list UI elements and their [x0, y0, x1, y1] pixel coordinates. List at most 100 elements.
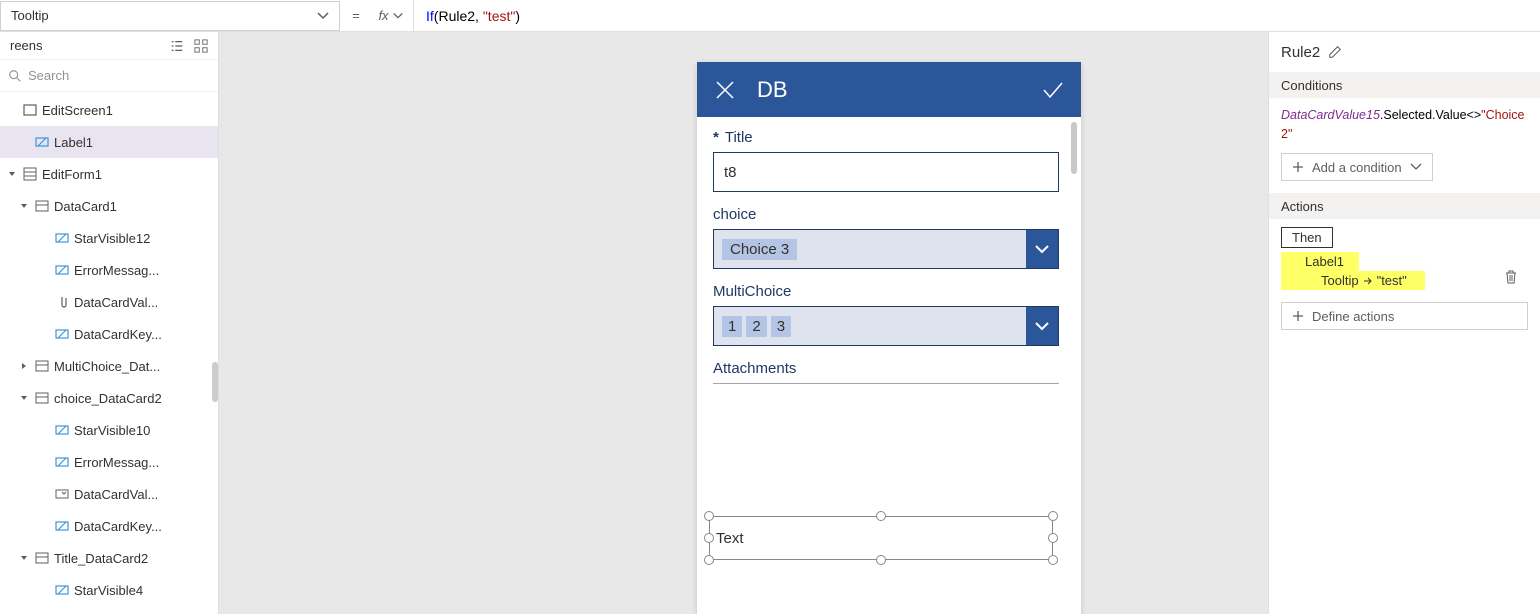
rule-title-row: Rule2: [1269, 32, 1540, 72]
add-condition-button[interactable]: Add a condition: [1281, 153, 1433, 181]
tree-item-label1[interactable]: Label1: [0, 126, 218, 158]
resize-handle[interactable]: [1048, 511, 1058, 521]
tree-item-starvisible10[interactable]: StarVisible10: [0, 414, 218, 446]
label-icon: [54, 583, 70, 597]
fx-button[interactable]: fx: [368, 0, 414, 31]
card-icon: [34, 391, 50, 405]
tree-item-errormessag-[interactable]: ErrorMessag...: [0, 254, 218, 286]
tree-item-datacardkey-[interactable]: DataCardKey...: [0, 510, 218, 542]
check-icon[interactable]: [1041, 78, 1065, 102]
resize-handle[interactable]: [704, 555, 714, 565]
resize-handle[interactable]: [1048, 533, 1058, 543]
formula-input[interactable]: If(Rule2, "test"): [414, 0, 1540, 31]
tree-item-label: EditForm1: [42, 167, 102, 182]
tree-item-starvisible12[interactable]: StarVisible12: [0, 222, 218, 254]
tree-item-choice-datacard2[interactable]: choice_DataCard2: [0, 382, 218, 414]
chevron-down-icon: [317, 10, 329, 22]
choice-dropdown[interactable]: Choice 3: [713, 229, 1059, 269]
tree-item-label: StarVisible4: [74, 583, 143, 598]
list-view-icon[interactable]: [170, 39, 184, 53]
tree-panel-title: reens: [10, 38, 43, 53]
rule-panel: Rule2 Conditions DataCardValue15.Selecte…: [1268, 32, 1540, 614]
caret-icon[interactable]: [18, 362, 30, 370]
edit-icon[interactable]: [1328, 45, 1342, 59]
tree-item-datacardval-[interactable]: DataCardVal...: [0, 478, 218, 510]
actions-header: Actions: [1269, 193, 1540, 219]
action-detail[interactable]: Tooltip "test": [1281, 271, 1425, 290]
caret-icon[interactable]: [18, 554, 30, 562]
attachments-label: Attachments: [713, 360, 1059, 384]
rule-name: Rule2: [1281, 44, 1320, 61]
label-icon: [54, 327, 70, 341]
tree-item-label: DataCardKey...: [74, 519, 162, 534]
property-name: Tooltip: [11, 8, 49, 23]
tree-item-label: DataCardVal...: [74, 487, 158, 502]
property-selector[interactable]: Tooltip: [0, 1, 340, 31]
chevron-down-icon: [1034, 318, 1050, 334]
formula-token-str: "test": [483, 8, 516, 24]
resize-handle[interactable]: [1048, 555, 1058, 565]
card-icon: [34, 359, 50, 373]
fx-label: fx: [378, 8, 388, 23]
title-input[interactable]: t8: [713, 152, 1059, 192]
canvas[interactable]: DB *Title t8 choice Choice 3 MultiChoice…: [219, 32, 1268, 614]
label-icon: [34, 135, 50, 149]
multichoice-token[interactable]: 2: [746, 316, 766, 337]
tree-item-datacardval-[interactable]: DataCardVal...: [0, 286, 218, 318]
form-icon: [22, 167, 38, 181]
app-title: DB: [757, 77, 788, 103]
formula-bar: Tooltip = fx If(Rule2, "test"): [0, 0, 1540, 32]
label-icon: [54, 263, 70, 277]
choice-field-label: choice: [713, 206, 1065, 223]
search-row[interactable]: Search: [0, 60, 218, 92]
action-target[interactable]: Label1: [1281, 252, 1359, 271]
define-actions-button[interactable]: Define actions: [1281, 302, 1528, 330]
scrollbar[interactable]: [212, 362, 218, 402]
search-placeholder: Search: [28, 68, 69, 83]
label-icon: [54, 519, 70, 533]
formula-token-arg: Rule2: [438, 8, 475, 24]
tree-panel-header: reens: [0, 32, 218, 60]
choice-value: Choice 3: [722, 239, 797, 260]
tree-item-label: StarVisible10: [74, 423, 150, 438]
tree-item-label: MultiChoice_Dat...: [54, 359, 160, 374]
label-icon: [54, 231, 70, 245]
tree-item-datacard1[interactable]: DataCard1: [0, 190, 218, 222]
card-icon: [34, 199, 50, 213]
then-tab[interactable]: Then: [1281, 227, 1333, 248]
tree-item-title-datacard2[interactable]: Title_DataCard2: [0, 542, 218, 574]
delete-action-button[interactable]: [1504, 270, 1518, 287]
tree-item-multichoice-dat-[interactable]: MultiChoice_Dat...: [0, 350, 218, 382]
multichoice-token[interactable]: 3: [771, 316, 791, 337]
tree-item-editform1[interactable]: EditForm1: [0, 158, 218, 190]
grid-view-icon[interactable]: [194, 39, 208, 53]
resize-handle[interactable]: [876, 511, 886, 521]
search-icon: [8, 69, 22, 83]
resize-handle[interactable]: [704, 533, 714, 543]
caret-icon[interactable]: [6, 170, 18, 178]
arrow-right-icon: [1363, 276, 1373, 286]
formula-token-fn: If: [426, 8, 434, 24]
tree-item-label: DataCardKey...: [74, 327, 162, 342]
resize-handle[interactable]: [876, 555, 886, 565]
conditions-header: Conditions: [1269, 72, 1540, 98]
attach-icon: [54, 295, 70, 309]
tree-item-editscreen1[interactable]: EditScreen1: [0, 94, 218, 126]
caret-icon[interactable]: [18, 202, 30, 210]
multichoice-dropdown[interactable]: 123: [713, 306, 1059, 346]
resize-handle[interactable]: [704, 511, 714, 521]
selected-label-control[interactable]: Text: [709, 516, 1053, 560]
close-icon[interactable]: [713, 78, 737, 102]
equals-sign: =: [344, 8, 368, 23]
tree-panel: reens Search EditScreen1Label1 EditForm1 D…: [0, 32, 219, 614]
screen-icon: [22, 103, 38, 117]
condition-expression[interactable]: DataCardValue15.Selected.Value<>"Choice …: [1269, 98, 1540, 151]
multichoice-token[interactable]: 1: [722, 316, 742, 337]
tree-item-starvisible4[interactable]: StarVisible4: [0, 574, 218, 606]
tree-item-errormessag-[interactable]: ErrorMessag...: [0, 446, 218, 478]
tree-item-datacardkey-[interactable]: DataCardKey...: [0, 318, 218, 350]
app-header: DB: [697, 62, 1081, 117]
label-icon: [54, 455, 70, 469]
title-field-label: *Title: [713, 129, 1065, 146]
caret-icon[interactable]: [18, 394, 30, 402]
